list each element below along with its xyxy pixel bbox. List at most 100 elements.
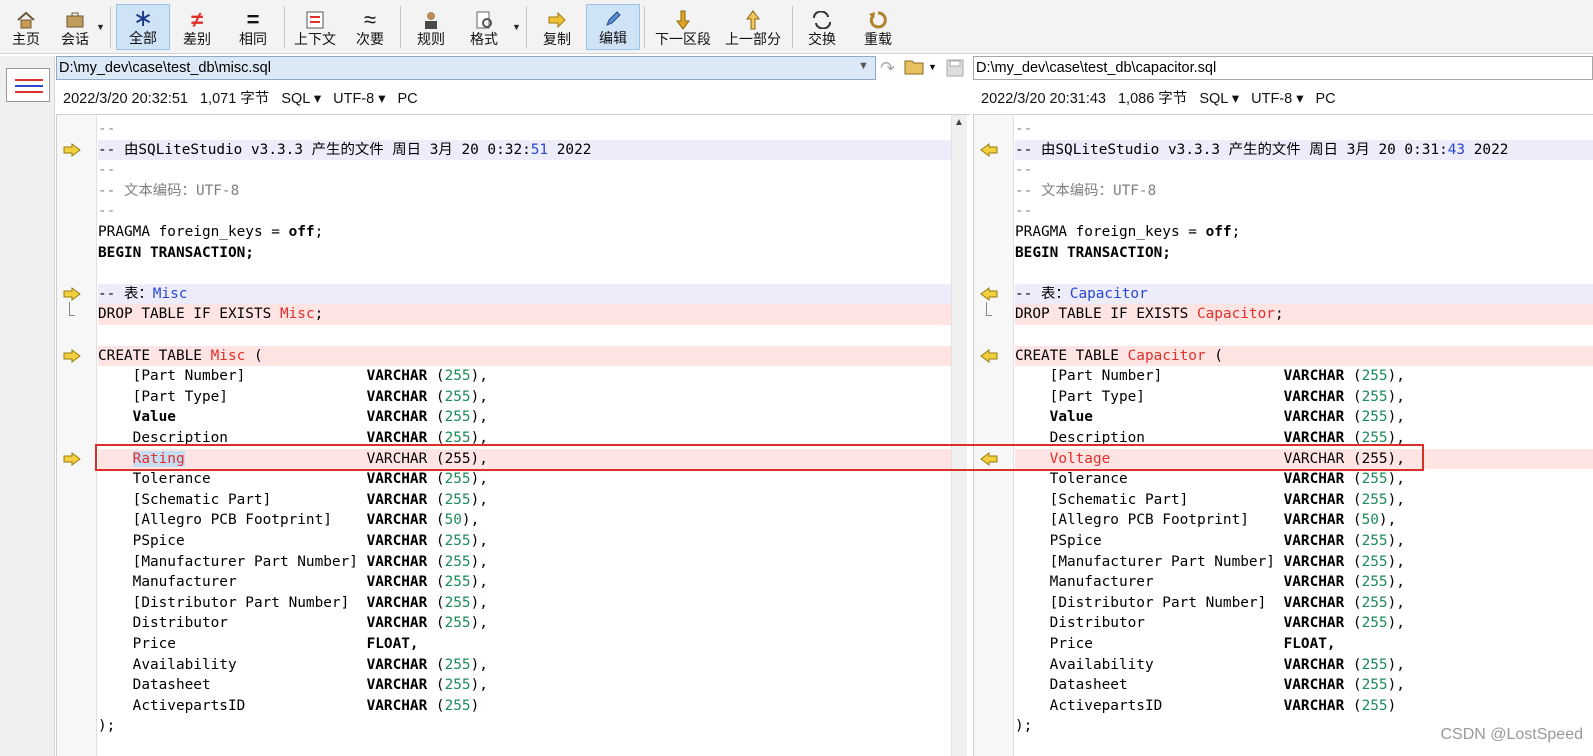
swap-button[interactable]: 交换 [798, 4, 846, 50]
left-path-dropdown-icon[interactable]: ▼ [858, 60, 869, 72]
code-token: 255 [444, 409, 471, 426]
code-token: VARCHAR [366, 677, 428, 694]
code-token: 255 [1361, 553, 1388, 570]
copy-right-arrow-icon[interactable] [63, 143, 81, 158]
code-token: ( [427, 368, 445, 385]
left-editor-pane[interactable]: ▲ -- -- 由SQLiteStudio v3.3.3 产生的文件 周日 3月 … [56, 114, 970, 756]
right-path-input[interactable]: D:\my_dev\case\test_db\capacitor.sql [973, 56, 1593, 80]
code-line: [Distributor Part Number] VARCHAR (255), [1015, 593, 1593, 614]
code-line: -- 由SQLiteStudio v3.3.3 产生的文件 周日 3月 20 0… [1015, 139, 1593, 161]
next-section-button[interactable]: 下一区段 [650, 4, 716, 50]
left-scrollbar[interactable]: ▲ [951, 115, 967, 756]
code-token: PRAGMA foreign_keys = [1015, 224, 1206, 240]
code-token: BEGIN TRANSACTION; [98, 244, 254, 261]
code-line: -- 由SQLiteStudio v3.3.3 产生的文件 周日 3月 20 0… [98, 139, 951, 161]
code-token: Availability [132, 656, 367, 673]
toolbar-separator [526, 6, 527, 48]
format-dropdown-icon[interactable]: ▼ [512, 22, 521, 32]
code-line: PSpice VARCHAR (255), [1015, 531, 1593, 552]
code-token: 255 [444, 574, 471, 591]
home-button[interactable]: 主页 [4, 4, 48, 50]
left-encoding-select[interactable]: UTF-8 ▾ [333, 91, 385, 107]
code-line: Datasheet VARCHAR (255), [98, 675, 951, 696]
code-token: 43 [1447, 141, 1466, 158]
code-token: ( [1344, 615, 1362, 632]
copy-right-arrow-icon[interactable] [63, 349, 81, 364]
scroll-up-icon[interactable]: ▲ [954, 117, 964, 128]
code-token: 255 [1361, 533, 1388, 549]
copy-right-arrow-icon[interactable] [63, 287, 81, 302]
code-token: VARCHAR [366, 388, 428, 405]
filter-diff-button[interactable]: ≠ 差别 [172, 4, 222, 50]
save-icon[interactable] [946, 59, 964, 82]
code-token: VARCHAR [366, 594, 428, 611]
swap-label: 交换 [808, 31, 836, 47]
code-token: DROP TABLE IF EXISTS [1015, 306, 1197, 323]
right-editor-pane[interactable]: -- -- 由SQLiteStudio v3.3.3 产生的文件 周日 3月 20… [973, 114, 1593, 756]
reload-button[interactable]: 重载 [854, 4, 902, 50]
filter-same-button[interactable]: = 相同 [228, 4, 278, 50]
code-token: -- [98, 121, 116, 137]
open-folder-icon[interactable] [904, 58, 926, 81]
right-encoding-select[interactable]: UTF-8 ▾ [1251, 91, 1303, 107]
code-line: Availability VARCHAR (255), [98, 655, 951, 676]
code-token: 2022 [548, 141, 592, 158]
copy-left-arrow-icon[interactable] [980, 349, 998, 364]
copy-left-arrow-icon[interactable] [980, 143, 998, 158]
code-token: FLOAT, [1283, 636, 1336, 652]
copy-right-arrow-icon[interactable] [63, 452, 81, 467]
toolbar-separator [284, 6, 285, 48]
copy-left-arrow-icon[interactable] [980, 287, 998, 302]
minor-button[interactable]: ≈ 次要 [346, 4, 394, 50]
code-token: 255 [1361, 388, 1388, 405]
code-token: Tolerance [132, 471, 367, 488]
filter-same-label: 相同 [239, 31, 267, 47]
code-line: Price FLOAT, [1015, 634, 1593, 655]
code-token: ), [470, 533, 488, 549]
code-token: ActivepartsID [132, 697, 367, 714]
code-token: ( [427, 471, 445, 488]
left-format-select[interactable]: SQL ▾ [281, 91, 321, 107]
code-token: [Part Type] [1049, 388, 1284, 405]
code-token: ), [1387, 471, 1405, 488]
reload-icon [868, 9, 888, 31]
session-dropdown-icon[interactable]: ▼ [96, 22, 105, 32]
open-dropdown-icon[interactable]: ▼ [928, 62, 937, 72]
code-token: VARCHAR [1283, 615, 1345, 632]
prev-part-button[interactable]: 上一部分 [720, 4, 786, 50]
code-line: [Schematic Part] VARCHAR (255), [1015, 490, 1593, 511]
left-encoding-value: UTF-8 [333, 91, 375, 107]
code-line: ActivepartsID VARCHAR (255) [1015, 696, 1593, 717]
code-token: VARCHAR [366, 368, 428, 385]
code-token: VARCHAR [366, 512, 428, 529]
rules-button[interactable]: 规则 [406, 4, 456, 50]
copy-button[interactable]: 复制 [532, 4, 582, 50]
toolbar-separator [644, 6, 645, 48]
code-token: [Part Number] [1049, 368, 1284, 385]
code-line: -- [98, 119, 951, 140]
context-button[interactable]: 上下文 [290, 4, 340, 50]
right-format-select[interactable]: SQL ▾ [1199, 91, 1239, 107]
edit-button[interactable]: 编辑 [586, 4, 640, 50]
code-token: 2022 [1465, 141, 1509, 158]
history-icon[interactable]: ↷ [880, 58, 895, 79]
code-line: PSpice VARCHAR (255), [98, 531, 951, 552]
session-thumbnail[interactable] [6, 68, 50, 102]
code-token: ( [427, 553, 445, 570]
session-button[interactable]: 会话 [52, 4, 98, 50]
code-token: ), [470, 677, 488, 694]
format-button[interactable]: 格式 [458, 4, 510, 50]
code-token: ), [470, 553, 488, 570]
session-sidebar [0, 56, 55, 756]
code-token: VARCHAR [366, 656, 428, 673]
left-format-value: SQL [281, 91, 310, 107]
code-token: VARCHAR [1283, 491, 1345, 508]
right-size: 1,086 字节 [1117, 91, 1188, 107]
code-token: ( [1344, 368, 1362, 385]
left-path-input[interactable]: D:\my_dev\case\test_db\misc.sql [56, 56, 876, 80]
filter-all-button[interactable]: ∗ 全部 [116, 4, 170, 50]
